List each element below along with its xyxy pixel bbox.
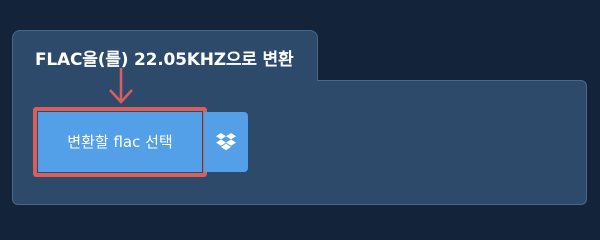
dropbox-button[interactable]	[204, 112, 248, 172]
tab-title: FLAC을(를) 22.05KHZ으로 변환	[35, 50, 294, 70]
tab-panel-seam	[13, 76, 317, 84]
choose-file-button[interactable]: 변환할 flac 선택	[38, 112, 202, 172]
arrow-down-icon	[109, 68, 133, 104]
converter-page: FLAC을(를) 22.05KHZ으로 변환 변환할 flac 선택	[0, 0, 600, 230]
converter-tab: FLAC을(를) 22.05KHZ으로 변환	[12, 30, 318, 82]
dropbox-icon	[216, 133, 236, 151]
